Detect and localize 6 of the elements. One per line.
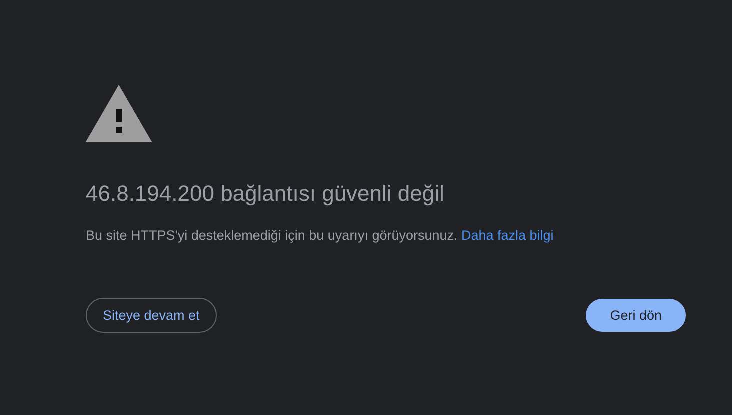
back-button[interactable]: Geri dön: [586, 298, 686, 332]
page-heading: 46.8.194.200 bağlantısı güvenli değil: [86, 180, 446, 208]
learn-more-link[interactable]: Daha fazla bilgi: [462, 228, 554, 243]
continue-button[interactable]: Siteye devam et: [86, 298, 217, 333]
warning-message: Bu site HTTPS'yi desteklemediği için bu uyarıyı görüyorsunuz. Daha fazla bilgi: [86, 226, 555, 245]
warning-icon: [86, 85, 152, 142]
